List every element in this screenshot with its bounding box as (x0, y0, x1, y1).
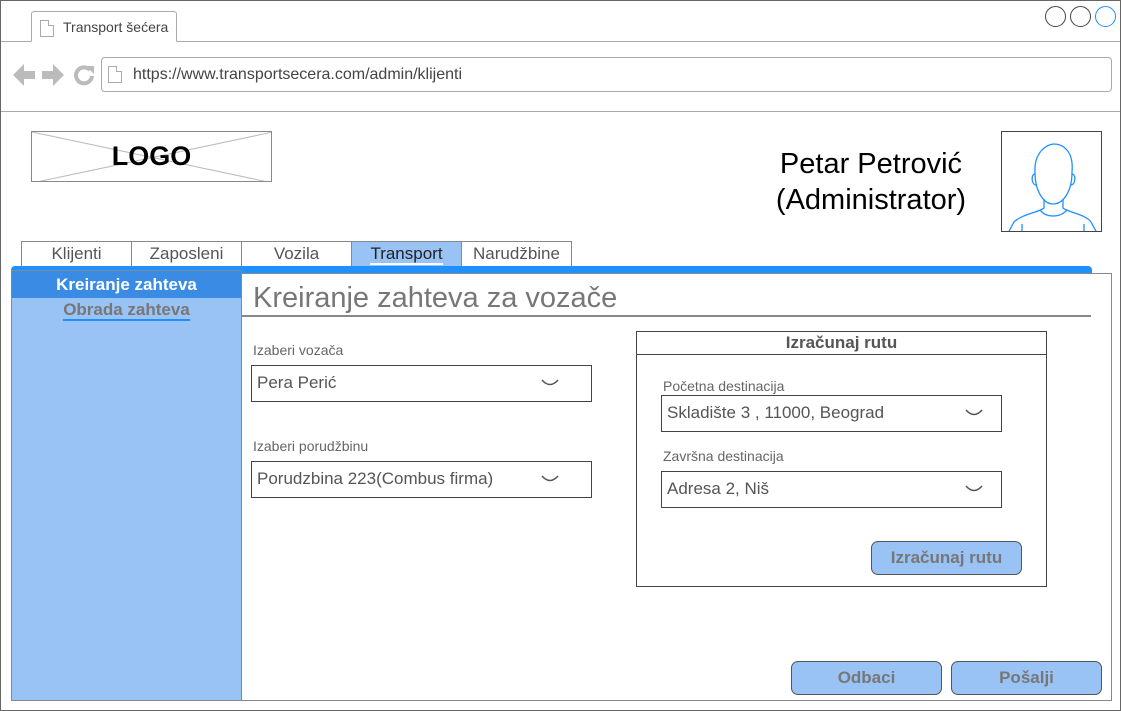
driver-select[interactable]: Pera Perić (251, 365, 592, 402)
start-destination-label: Početna destinacija (663, 378, 785, 394)
user-role: (Administrator) (775, 184, 967, 216)
end-destination-select[interactable]: Adresa 2, Niš (661, 471, 1002, 508)
page-icon (108, 66, 122, 83)
sidebar-item-obrada-zahteva[interactable]: Obrada zahteva (12, 299, 241, 325)
order-select[interactable]: Porudzbina 223(Combus firma) (251, 461, 592, 498)
sidebar: Kreiranje zahteva Obrada zahteva (11, 270, 242, 701)
tab-label: Klijenti (51, 244, 102, 263)
sidebar-item-kreiranje-zahteva[interactable]: Kreiranje zahteva (12, 271, 241, 298)
reload-icon[interactable] (73, 64, 95, 86)
start-destination-select[interactable]: Skladište 3 , 11000, Beograd (661, 395, 1002, 432)
driver-label: Izaberi vozača (253, 342, 344, 358)
window-maximize-button[interactable] (1070, 6, 1091, 27)
chevron-down-icon (965, 485, 983, 492)
forward-arrow-icon[interactable] (42, 64, 64, 86)
logo: LOGO (31, 131, 272, 182)
driver-select-value: Pera Perić (257, 373, 337, 392)
browser-tabstrip: Transport šećera (1, 1, 1120, 42)
order-label: Izaberi porudžbinu (253, 438, 369, 454)
tab-label: Transport (370, 244, 443, 265)
tab-label: Narudžbine (473, 244, 560, 263)
tab-label: Vozila (273, 244, 320, 263)
browser-tab[interactable]: Transport šećera (31, 11, 177, 42)
page-icon (40, 20, 54, 37)
end-destination-value: Adresa 2, Niš (667, 479, 770, 498)
calculate-route-button[interactable]: Izračunaj rutu (871, 541, 1022, 575)
tab-label: Zaposleni (149, 244, 224, 263)
chevron-down-icon (541, 475, 559, 482)
page-title: Kreiranje zahteva za vozače (253, 282, 618, 314)
user-info: Petar Petrović (Administrator) (741, 146, 1001, 218)
tab-zaposleni[interactable]: Zaposleni (131, 241, 242, 267)
back-arrow-icon[interactable] (13, 64, 35, 86)
sidebar-item-label: Obrada zahteva (63, 300, 190, 321)
avatar[interactable] (1001, 131, 1102, 232)
chevron-down-icon (965, 409, 983, 416)
reject-button[interactable]: Odbaci (791, 661, 942, 695)
browser-window: Transport šećera https://www.transportse… (0, 0, 1121, 711)
tab-transport[interactable]: Transport (351, 241, 462, 267)
address-bar-area: https://www.transportsecera.com/admin/kl… (1, 42, 1120, 112)
start-destination-value: Skladište 3 , 11000, Beograd (667, 403, 885, 422)
logo-text: LOGO (111, 141, 192, 171)
send-button[interactable]: Pošalji (951, 661, 1102, 695)
tab-klijenti[interactable]: Klijenti (21, 241, 132, 267)
window-close-button[interactable] (1095, 6, 1116, 27)
url-text: https://www.transportsecera.com/admin/kl… (133, 66, 463, 83)
route-panel-header: Izračunaj rutu (637, 332, 1046, 355)
window-minimize-button[interactable] (1045, 6, 1066, 27)
user-avatar-icon (1008, 143, 1097, 231)
url-field[interactable]: https://www.transportsecera.com/admin/kl… (101, 57, 1112, 92)
tab-narudzbine[interactable]: Narudžbine (461, 241, 572, 267)
order-select-value: Porudzbina 223(Combus firma) (257, 469, 494, 488)
chevron-down-icon (541, 379, 559, 386)
tab-vozila[interactable]: Vozila (241, 241, 352, 267)
title-divider (242, 315, 1091, 317)
end-destination-label: Završna destinacija (663, 448, 784, 464)
browser-tab-title: Transport šećera (63, 19, 169, 35)
user-name: Petar Petrović (779, 148, 963, 180)
